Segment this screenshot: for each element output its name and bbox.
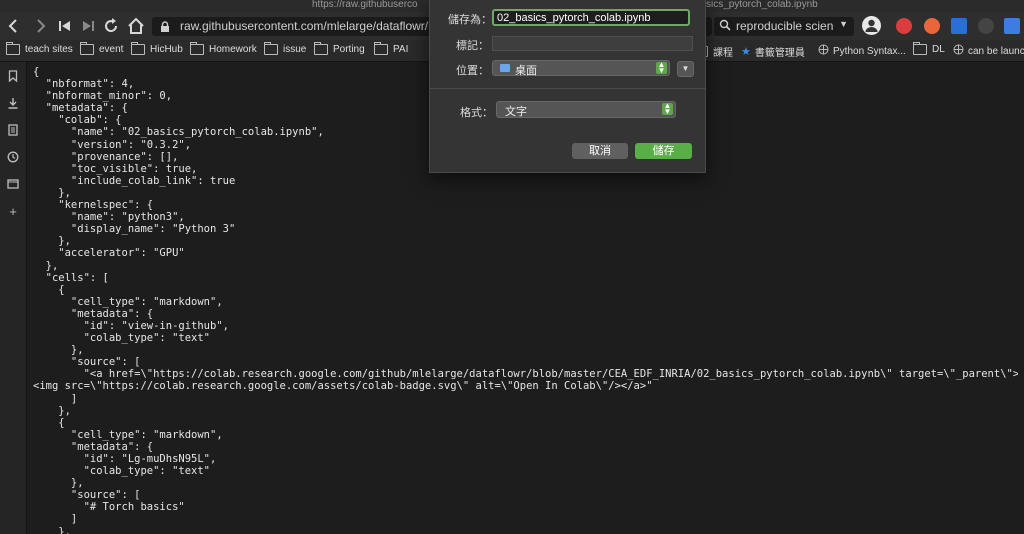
folder-icon	[6, 42, 20, 55]
code-line: "source": [	[33, 489, 141, 502]
tags-field[interactable]	[492, 36, 693, 51]
tags-label: 標記：	[456, 40, 489, 52]
sidebar: +	[0, 62, 27, 534]
chevron-updown-icon: ▲ ▼	[656, 60, 667, 75]
bookmark-dl[interactable]: DL	[913, 42, 945, 55]
search-icon	[719, 19, 731, 34]
rewind-icon[interactable]	[55, 16, 75, 36]
globe-icon	[818, 44, 829, 58]
bookmark-teach-sites[interactable]: teach sites	[6, 42, 73, 55]
folder-icon	[913, 42, 927, 55]
save-as-label: 儲存為：	[448, 14, 492, 26]
code-line: {	[33, 416, 65, 429]
code-line: "metadata": {	[33, 307, 154, 320]
code-line: "name": "python3",	[33, 211, 185, 224]
lock-icon	[160, 20, 170, 32]
format-select[interactable]: 文字 ▲ ▼	[496, 101, 676, 118]
window-title-right: sics_pytorch_colab.ipynb	[706, 0, 818, 10]
code-line: "source": [	[33, 356, 141, 369]
location-label: 位置：	[456, 65, 489, 77]
code-line: },	[33, 344, 84, 357]
location-select[interactable]: 桌面 ▲ ▼	[492, 60, 670, 77]
bookmark-issue[interactable]: issue	[264, 42, 306, 55]
save-dialog: 儲存為： 02_basics_pytorch_colab.ipynb 標記： 位…	[429, 0, 706, 173]
reload-icon[interactable]	[101, 16, 121, 36]
bookmark-python-syntax[interactable]: Python Syntax...	[818, 44, 906, 58]
code-line: "cell_type": "markdown",	[33, 428, 223, 441]
download-icon[interactable]	[7, 97, 19, 109]
code-line: "include_colab_link": true	[33, 174, 236, 187]
code-line: },	[33, 259, 59, 272]
address-text: raw.githubusercontent.com/mlelarge/dataf…	[180, 19, 465, 33]
folder-icon	[80, 42, 94, 55]
code-line: },	[33, 525, 71, 534]
expand-chevron-icon[interactable]: ▼	[677, 61, 694, 77]
bookmark-pai[interactable]: PAI	[374, 42, 408, 55]
bookmark-manager[interactable]: ★ 書籤管理員	[741, 44, 805, 59]
add-panel-icon[interactable]: +	[7, 205, 19, 218]
code-line: ]	[33, 513, 78, 526]
folder-icon	[500, 64, 510, 72]
chevron-down-icon[interactable]: ▼	[839, 19, 848, 29]
forward-icon[interactable]	[30, 16, 50, 36]
home-icon[interactable]	[126, 16, 146, 36]
bookmark-event[interactable]: event	[80, 42, 123, 55]
location-value: 桌面	[515, 65, 537, 77]
diamond-extension-icon[interactable]	[951, 18, 967, 34]
code-line: "colab_type": "text"	[33, 465, 211, 478]
folder-icon	[264, 42, 278, 55]
fast-forward-icon[interactable]	[78, 16, 98, 36]
save-button[interactable]: 儲存	[635, 143, 692, 159]
code-line: <img src=\"https://colab.research.google…	[33, 380, 653, 393]
bookmark-hichub[interactable]: HicHub	[131, 42, 183, 55]
spy-extension-icon[interactable]	[978, 18, 994, 34]
bookmark-homework[interactable]: Homework	[190, 42, 257, 55]
folder-icon	[374, 42, 388, 55]
code-line: },	[33, 477, 84, 490]
window-panel-icon[interactable]	[7, 178, 19, 190]
account-icon[interactable]	[862, 16, 881, 35]
code-line: },	[33, 235, 71, 248]
chevron-updown-icon: ▲ ▼	[662, 101, 673, 116]
save-as-field[interactable]: 02_basics_pytorch_colab.ipynb	[492, 9, 690, 26]
code-line: "kernelspec": {	[33, 199, 154, 212]
translate-extension-icon[interactable]	[1004, 18, 1020, 34]
code-line: "accelerator": "GPU"	[33, 247, 185, 260]
format-label: 格式：	[460, 107, 493, 119]
back-icon[interactable]	[4, 16, 24, 36]
code-line: ]	[33, 392, 78, 405]
code-line: "cells": [	[33, 271, 109, 284]
code-line: "metadata": {	[33, 440, 154, 453]
notes-icon[interactable]	[7, 124, 19, 136]
search-box[interactable]: reproducible scien ▼	[714, 17, 854, 36]
star-icon: ★	[741, 46, 751, 58]
code-line: },	[33, 186, 71, 199]
format-value: 文字	[505, 106, 527, 118]
code-line: "id": "view-in-github",	[33, 319, 229, 332]
block-extension-icon[interactable]	[924, 18, 940, 34]
code-line: },	[33, 404, 71, 417]
code-line: "colab_type": "text"	[33, 332, 211, 345]
dialog-divider	[430, 88, 705, 89]
code-line: "id": "Lg-muDhsN95L",	[33, 453, 217, 465]
code-line: "# Torch basics"	[33, 501, 185, 514]
shield-extension-icon[interactable]	[896, 18, 912, 34]
search-text: reproducible scien	[736, 19, 834, 33]
bookmark-porting[interactable]: Porting	[314, 42, 365, 55]
folder-icon	[314, 42, 328, 55]
bookmark-can-be-launched[interactable]: can be launc	[953, 44, 1024, 58]
code-line: {	[33, 283, 65, 296]
window-title-left: https://raw.githubuserco	[312, 0, 418, 10]
code-line: "display_name": "Python 3"	[33, 223, 236, 236]
save-as-value: 02_basics_pytorch_colab.ipynb	[497, 12, 651, 24]
code-line: "<a href=\"https://colab.research.google…	[33, 368, 1018, 381]
globe-icon	[953, 44, 964, 58]
bookmark-icon[interactable]	[7, 70, 19, 83]
code-line: "cell_type": "markdown",	[33, 295, 223, 308]
folder-icon	[131, 42, 145, 55]
history-icon[interactable]	[7, 151, 19, 163]
cancel-button[interactable]: 取消	[572, 143, 628, 159]
folder-icon	[190, 42, 204, 55]
